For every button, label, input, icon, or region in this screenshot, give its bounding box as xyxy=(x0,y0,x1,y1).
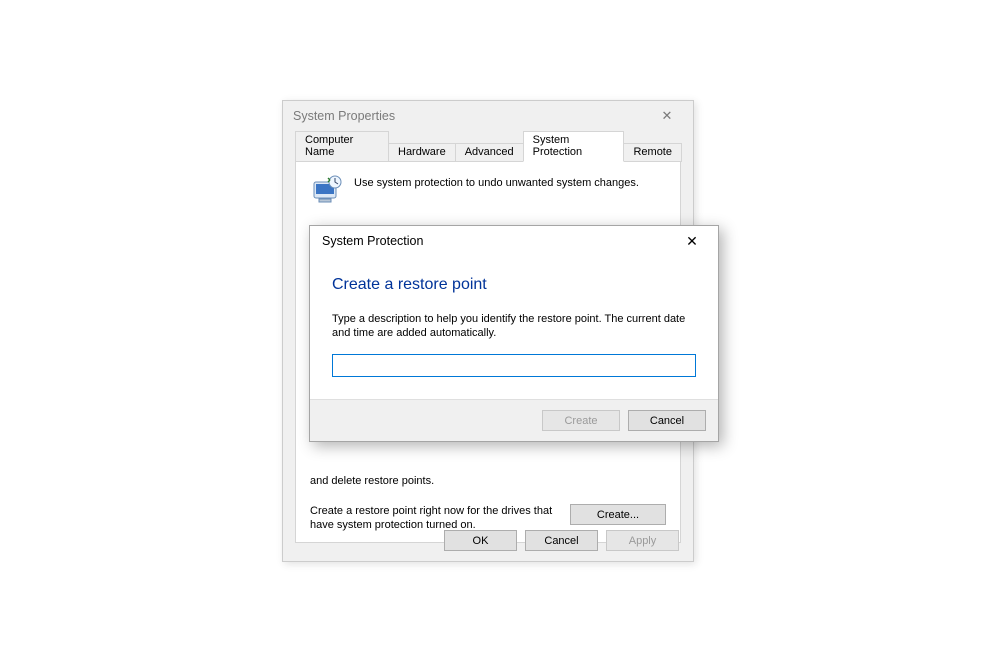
tab-computer-name[interactable]: Computer Name xyxy=(295,131,389,162)
tabs-row: Computer Name Hardware Advanced System P… xyxy=(295,131,681,162)
tab-system-protection[interactable]: System Protection xyxy=(523,131,625,162)
create-restore-point-dialog: System Protection ✕ Create a restore poi… xyxy=(309,225,719,442)
create-row-text: Create a restore point right now for the… xyxy=(310,504,560,532)
create-button[interactable]: Create xyxy=(542,410,620,431)
apply-button[interactable]: Apply xyxy=(606,530,679,551)
cancel-button[interactable]: Cancel xyxy=(525,530,598,551)
dialog-description: Type a description to help you identify … xyxy=(332,312,696,340)
titlebar[interactable]: System Properties ✕ xyxy=(283,101,693,131)
tab-hardware[interactable]: Hardware xyxy=(388,143,456,162)
dialog-heading: Create a restore point xyxy=(332,276,696,294)
delete-row-text: and delete restore points. xyxy=(310,474,560,488)
create-restore-point-button[interactable]: Create... xyxy=(570,504,666,525)
close-icon[interactable]: ✕ xyxy=(647,101,687,131)
close-icon[interactable]: ✕ xyxy=(672,226,712,256)
restore-point-description-input[interactable] xyxy=(332,354,696,377)
dialog-titlebar[interactable]: System Protection ✕ xyxy=(310,226,718,256)
tab-remote[interactable]: Remote xyxy=(623,143,682,162)
window-title: System Properties xyxy=(293,109,647,123)
tab-advanced[interactable]: Advanced xyxy=(455,143,524,162)
dialog-footer: OK Cancel Apply xyxy=(444,530,679,551)
dialog-title: System Protection xyxy=(322,234,672,248)
cancel-button[interactable]: Cancel xyxy=(628,410,706,431)
dialog-button-row: Create Cancel xyxy=(310,399,718,441)
ok-button[interactable]: OK xyxy=(444,530,517,551)
system-protection-icon xyxy=(310,174,344,211)
intro-text: Use system protection to undo unwanted s… xyxy=(354,174,639,190)
